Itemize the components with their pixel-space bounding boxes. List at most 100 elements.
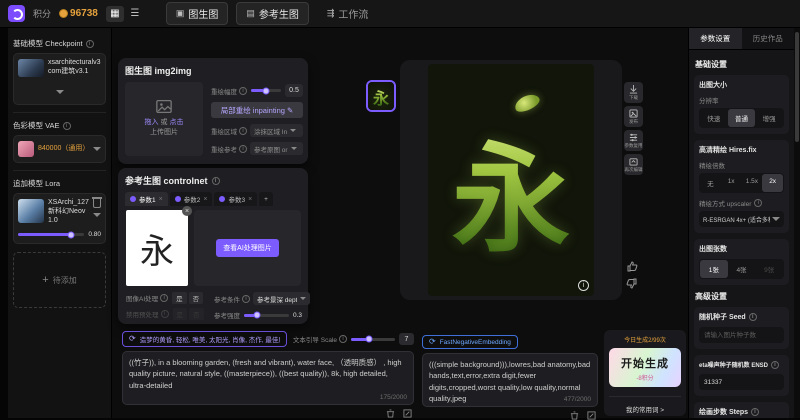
tab-img2img[interactable]: ▣ 图生图 bbox=[166, 2, 229, 25]
seed-input[interactable] bbox=[699, 327, 784, 343]
positive-prompt-input[interactable]: ((竹子)), in a blooming garden, (fresh and… bbox=[123, 352, 413, 404]
upscaler-select[interactable]: R-ESRGAN 4x+ (适合多种风 bbox=[699, 211, 784, 227]
tab-workflow[interactable]: ⇶ 工作流 bbox=[317, 2, 379, 25]
positive-style-tags[interactable]: ⟳ 造梦的黄昏, 轻松, 唯美, 太阳光, 肖像, 杰作, 最佳质量 bbox=[122, 331, 287, 347]
controlnet-source-image[interactable]: 永 × bbox=[126, 210, 188, 286]
resolution-normal[interactable]: 普通 bbox=[728, 109, 756, 127]
trash-icon[interactable] bbox=[570, 411, 579, 420]
trash-icon[interactable] bbox=[93, 199, 101, 208]
info-icon[interactable] bbox=[86, 40, 94, 48]
ensd-card: eta噪声种子随机数 ENSD bbox=[694, 355, 789, 396]
chevron-down-icon[interactable] bbox=[93, 147, 101, 151]
info-icon[interactable] bbox=[160, 294, 168, 302]
hires-1x[interactable]: 1x bbox=[721, 174, 742, 192]
info-icon[interactable] bbox=[339, 335, 347, 343]
info-icon[interactable] bbox=[212, 177, 220, 185]
checkpoint-thumbnail bbox=[18, 59, 44, 77]
download-icon bbox=[629, 85, 638, 94]
upload-dropzone[interactable]: 拖入 或 点击 上传图片 bbox=[125, 82, 203, 156]
lora-card[interactable]: XSArchi_127新科幻Neov1.0 0.80 bbox=[13, 193, 106, 244]
view-ai-processed-button[interactable]: 查看AI处理图片 bbox=[216, 239, 279, 257]
info-icon[interactable] bbox=[239, 127, 247, 135]
batch-1[interactable]: 1张 bbox=[700, 260, 728, 278]
negative-embedding-tag[interactable]: ⟳ FastNegativeEmbedding bbox=[422, 335, 518, 349]
info-icon[interactable] bbox=[239, 145, 247, 153]
panel-scrollbar[interactable] bbox=[794, 28, 800, 418]
publish-button[interactable]: 发布 bbox=[624, 106, 643, 127]
hires-2x[interactable]: 2x bbox=[762, 174, 783, 192]
download-button[interactable]: 下载 bbox=[624, 82, 643, 103]
chevron-down-icon bbox=[290, 129, 296, 132]
expand-icon[interactable] bbox=[403, 409, 412, 418]
controlnet-tab-3[interactable]: 参数3× bbox=[214, 192, 257, 206]
ensd-input[interactable] bbox=[699, 374, 784, 390]
add-lora-button[interactable]: + 待添加 bbox=[13, 252, 106, 308]
info-icon[interactable] bbox=[751, 408, 759, 416]
info-icon[interactable] bbox=[63, 122, 71, 130]
hires-scale-segment: 无 1x 1.5x 2x bbox=[699, 173, 784, 193]
vae-card[interactable]: 840000（通用） bbox=[13, 135, 106, 163]
denoise-label: 重绘幅度 bbox=[211, 86, 247, 96]
reuse-params-button[interactable]: 参数复用 bbox=[624, 130, 643, 151]
remove-image-icon[interactable]: × bbox=[182, 206, 192, 216]
inpaint-button[interactable]: 局部重绘 inpainting ✎ bbox=[211, 102, 303, 118]
points-badge[interactable]: 96738 bbox=[59, 8, 98, 19]
info-icon[interactable] bbox=[749, 313, 757, 321]
tab-history-works[interactable]: 历史作品 bbox=[742, 28, 795, 49]
top-bar: 积分 96738 ▦ ☰ ▣ 图生图 ▤ 参考生图 ⇶ 工作流 bbox=[0, 0, 800, 28]
workspace-canvas[interactable]: 图生图 img2img 拖入 或 点击 上传图片 重绘幅度 0.5 局部重绘 i bbox=[112, 28, 688, 418]
batch-4[interactable]: 4张 bbox=[728, 260, 756, 278]
tab-reference-gen[interactable]: ▤ 参考生图 bbox=[236, 2, 309, 25]
info-icon[interactable] bbox=[771, 361, 779, 369]
hires-fix-card: 高清精绘 Hires.fix 精绘倍数 无 1x 1.5x 2x 精绘方式 up… bbox=[694, 140, 789, 233]
generated-image[interactable]: 永 i bbox=[428, 64, 594, 296]
generate-button[interactable]: 开始生成 -8积分 bbox=[609, 348, 681, 387]
app-logo-icon[interactable] bbox=[8, 5, 25, 22]
info-icon[interactable] bbox=[242, 295, 250, 303]
refresh-icon[interactable]: ⟳ bbox=[129, 335, 136, 343]
close-icon[interactable]: × bbox=[203, 196, 207, 203]
info-icon[interactable] bbox=[239, 87, 247, 95]
chevron-down-icon[interactable] bbox=[93, 213, 101, 217]
ref-strength-slider[interactable] bbox=[244, 314, 289, 317]
hires-1-5x[interactable]: 1.5x bbox=[742, 174, 763, 192]
tab-parameter-settings[interactable]: 参数设置 bbox=[689, 28, 742, 49]
trash-icon[interactable] bbox=[386, 409, 395, 418]
hires-fix-title: 高清精绘 Hires.fix bbox=[699, 145, 784, 155]
info-icon[interactable] bbox=[754, 199, 762, 207]
controlnet-tab-1[interactable]: 参数1× bbox=[125, 192, 168, 206]
close-icon[interactable]: × bbox=[159, 196, 163, 203]
daily-quota: 今日生成2/99次 bbox=[609, 335, 681, 344]
thumbs-down-icon[interactable] bbox=[626, 278, 638, 290]
close-icon[interactable]: × bbox=[248, 196, 252, 203]
steps-title: 绘画步数 Steps bbox=[699, 407, 784, 417]
cfg-scale-slider[interactable] bbox=[351, 338, 395, 341]
resolution-enhanced[interactable]: 增强 bbox=[755, 109, 783, 127]
grid-view-icon[interactable]: ▦ bbox=[106, 6, 124, 22]
ref-condition-select[interactable]: 参考景深 dept bbox=[253, 292, 310, 305]
resolution-fast[interactable]: 快速 bbox=[700, 109, 728, 127]
points-label: 积分 bbox=[33, 7, 51, 20]
ai-process-yes[interactable]: 是 bbox=[172, 292, 187, 304]
denoise-slider[interactable] bbox=[251, 89, 281, 92]
result-thumbnail[interactable]: 永 bbox=[366, 80, 396, 112]
add-controlnet-tab[interactable]: + bbox=[259, 192, 273, 206]
my-common-words-link[interactable]: 我的常用词 > bbox=[609, 396, 681, 414]
checkpoint-card[interactable]: xsarchitecturalv3com建筑v3.1 bbox=[13, 53, 106, 105]
repaint-ref-label: 重绘参考 bbox=[211, 144, 247, 154]
lora-weight-slider[interactable] bbox=[18, 233, 84, 236]
list-view-icon[interactable]: ☰ bbox=[126, 6, 144, 22]
vae-thumbnail bbox=[18, 141, 34, 157]
reference-glyph: 永 bbox=[140, 224, 174, 273]
expand-icon[interactable] bbox=[587, 411, 596, 420]
image-info-icon[interactable]: i bbox=[578, 280, 589, 291]
repaint-area-select[interactable]: 涂抹区域 In bbox=[250, 124, 303, 137]
controlnet-tab-2[interactable]: 参数2× bbox=[170, 192, 213, 206]
hires-none[interactable]: 无 bbox=[700, 174, 721, 192]
chevron-down-icon[interactable] bbox=[56, 90, 64, 94]
edit-again-button[interactable]: 再次编辑 bbox=[624, 154, 643, 175]
ai-process-no[interactable]: 否 bbox=[189, 292, 204, 304]
thumbs-up-icon[interactable] bbox=[626, 260, 638, 272]
repaint-ref-select[interactable]: 参考原图 or bbox=[250, 142, 303, 155]
refresh-icon[interactable]: ⟳ bbox=[429, 338, 436, 346]
